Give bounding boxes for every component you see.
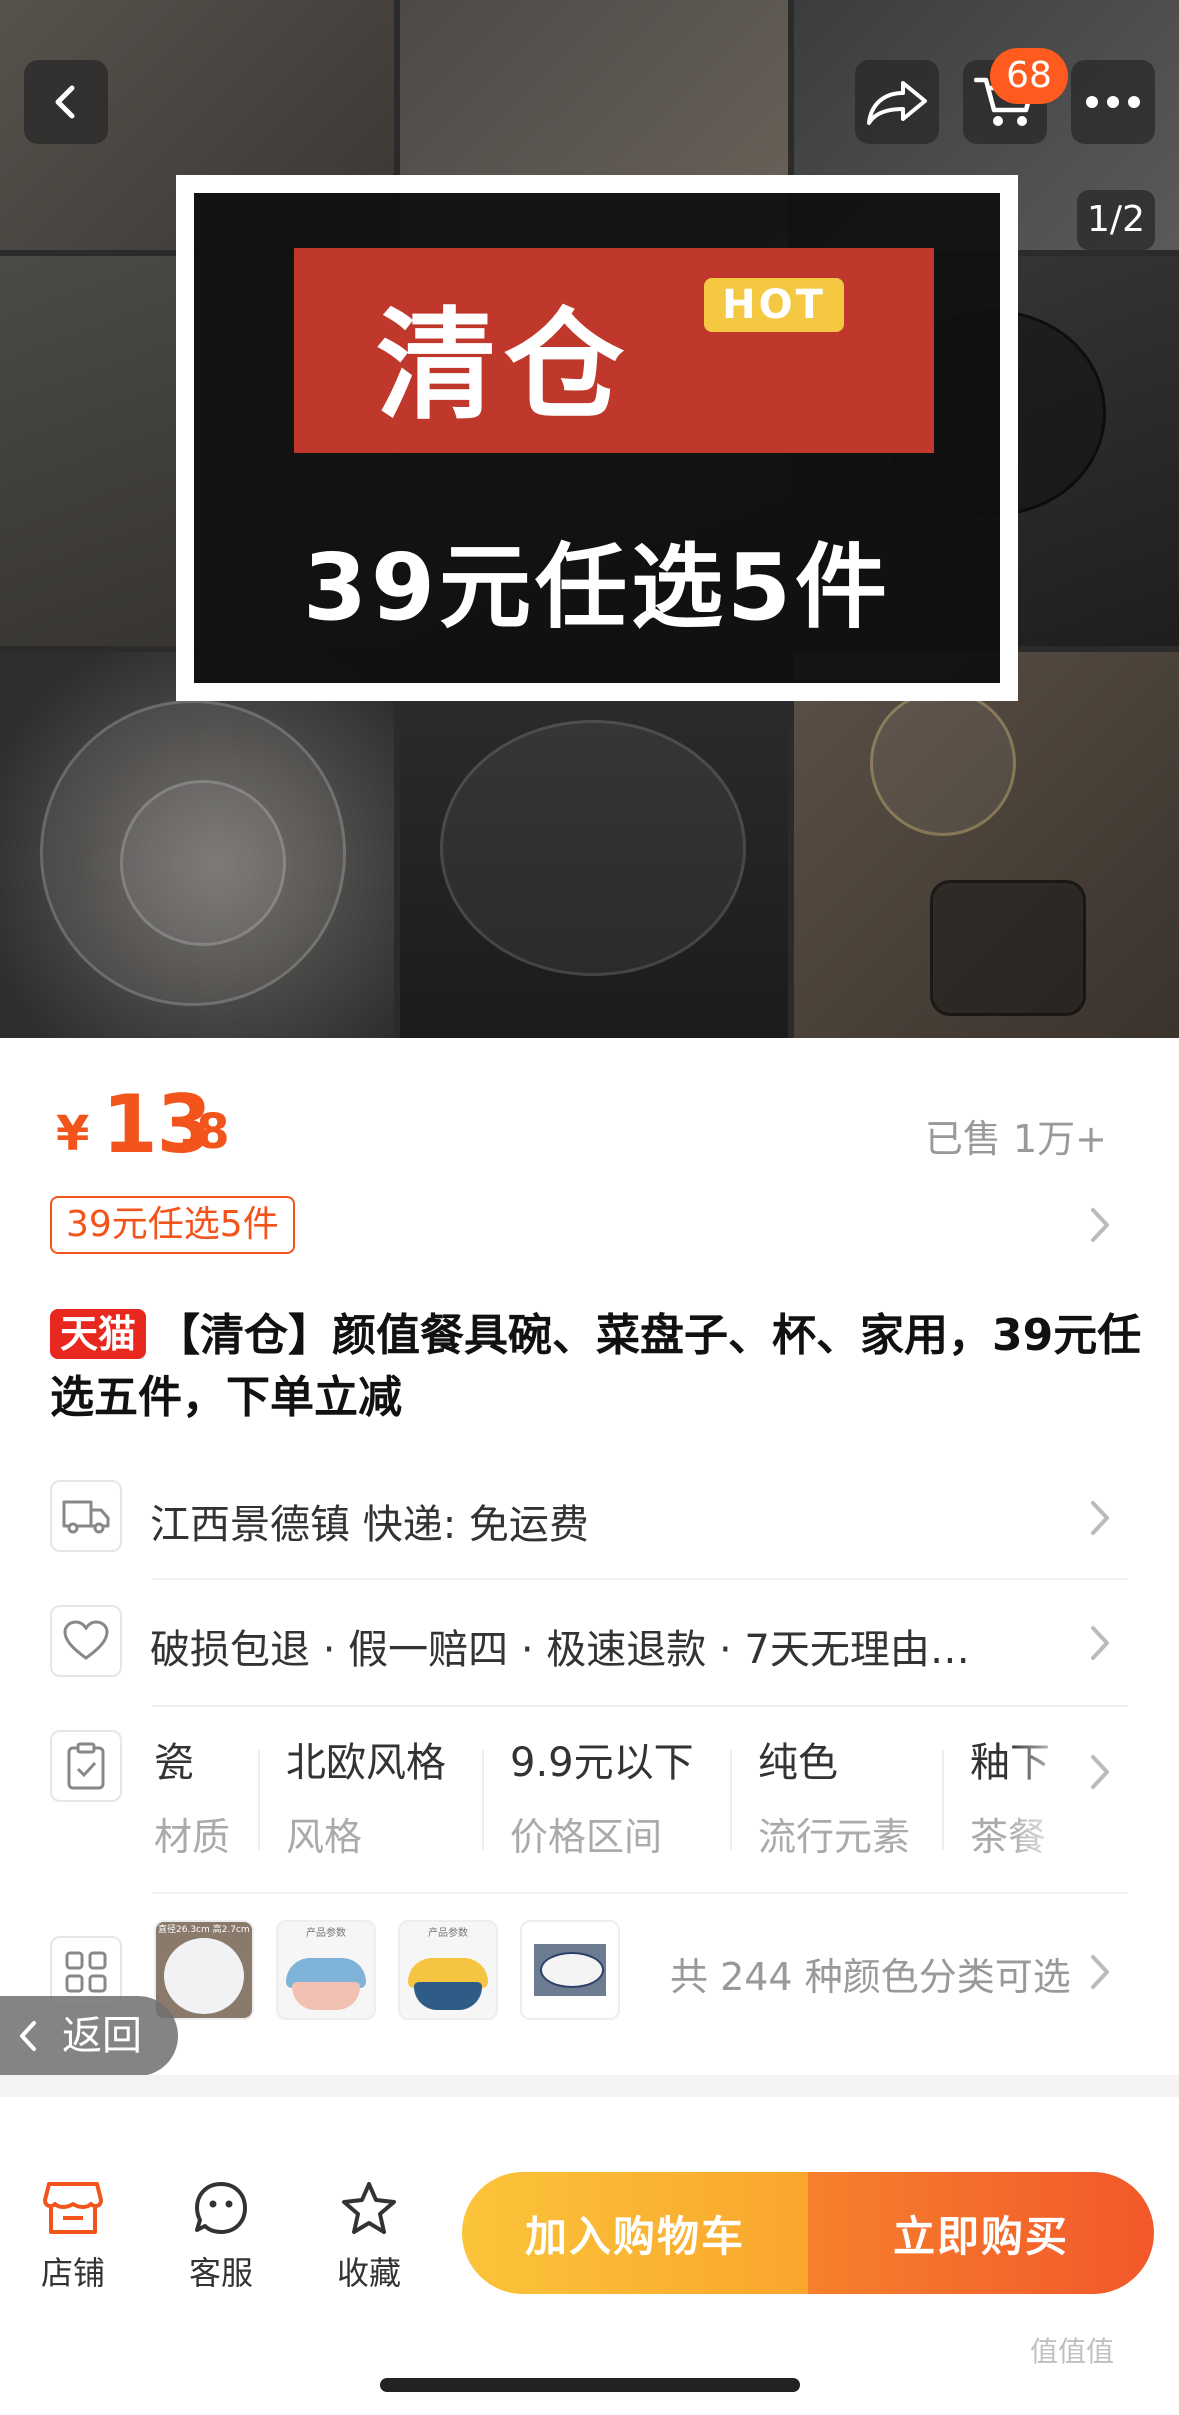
chevron-right-icon: [1091, 1755, 1109, 1789]
promo-line: 39元任选5件: [302, 534, 892, 641]
promo-tag[interactable]: 39元任选5件: [50, 1196, 295, 1254]
buy-now-button[interactable]: 立即购买: [808, 2172, 1154, 2294]
product-image-carousel[interactable]: 清仓 HOT 39元任选5件 68 1/2: [0, 0, 1179, 1038]
tab-favorite[interactable]: 收藏: [314, 2180, 424, 2294]
return-button[interactable]: 返回: [0, 1996, 178, 2076]
chevron-right-icon: [1091, 1955, 1109, 1989]
cart-count-badge: 68: [990, 48, 1068, 104]
variant-thumbnail[interactable]: 产品参数: [276, 1920, 376, 2020]
promo-banner: 清仓 HOT 39元任选5件: [176, 175, 1018, 701]
service-text: 破损包退 · 假一赔四 · 极速退款 · 7天无理由…: [150, 1627, 970, 1673]
share-button[interactable]: [855, 60, 939, 144]
truck-icon: [50, 1480, 122, 1552]
thumbnail-caption: 产品参数: [428, 1928, 468, 1939]
attribute-key: 价格区间: [510, 1815, 663, 1859]
home-indicator[interactable]: [380, 2378, 800, 2392]
more-dots-icon: [1086, 96, 1140, 108]
attribute-key: 风格: [286, 1815, 363, 1859]
variant-thumbnail[interactable]: 产品参数: [398, 1920, 498, 2020]
variant-thumbnail[interactable]: [520, 1920, 620, 2020]
attribute-separator: [942, 1750, 944, 1850]
tab-label: 收藏: [336, 2254, 401, 2292]
chevron-right-icon: [1091, 1501, 1109, 1535]
promo-title: 清仓: [376, 297, 632, 436]
thumbnail-caption: 直径26.3cm 高2.7cm: [158, 1925, 250, 1935]
attribute-value: 9.9元以下: [510, 1740, 694, 1786]
plate-shape: [120, 780, 286, 946]
tab-store[interactable]: 店铺: [18, 2180, 128, 2294]
store-icon: [43, 2182, 103, 2234]
attribute-separator: [482, 1750, 484, 1850]
customer-service-icon: [195, 2182, 247, 2234]
chevron-right-icon[interactable]: [1088, 1205, 1112, 1245]
attribute-key: 流行元素: [758, 1815, 911, 1859]
variants-summary: 共 244 种颜色分类可选: [670, 1955, 1071, 1999]
attributes-row[interactable]: 瓷 材质 北欧风格 风格 9.9元以下 价格区间 纯色 流行元素 釉下 茶餐: [50, 1730, 1130, 1870]
attribute-value: 纯色: [758, 1740, 838, 1786]
attribute-item: 北欧风格 风格: [286, 1730, 446, 1861]
price-decimal: .8: [178, 1104, 230, 1160]
chevron-left-icon: [55, 85, 75, 119]
attribute-key: 材质: [154, 1815, 231, 1859]
attribute-item: 纯色 流行元素: [758, 1730, 910, 1861]
heart-icon: [50, 1605, 122, 1677]
variant-thumbnail[interactable]: 直径26.3cm 高2.7cm: [154, 1920, 254, 2020]
more-button[interactable]: [1071, 60, 1155, 144]
variants-row[interactable]: 直径26.3cm 高2.7cm 产品参数 产品参数 共 244 种颜色分类可选: [50, 1918, 1130, 2028]
plate-shape: [870, 690, 1016, 836]
hot-badge: HOT: [704, 278, 844, 332]
chevron-left-icon: [20, 2021, 36, 2051]
tmall-badge: 天猫: [50, 1309, 147, 1359]
service-guarantee-row[interactable]: 破损包退 · 假一赔四 · 极速退款 · 7天无理由…: [50, 1605, 1130, 1685]
chevron-right-icon: [1091, 1626, 1109, 1660]
attribute-value: 北欧风格: [286, 1740, 446, 1786]
fade-overlay: [1010, 1730, 1120, 1870]
attribute-value: 瓷: [154, 1740, 194, 1786]
star-icon: [342, 2182, 396, 2234]
attribute-item: 9.9元以下 价格区间: [510, 1730, 694, 1861]
sold-count: 已售 1万+: [924, 1117, 1107, 1161]
attribute-separator: [258, 1750, 260, 1850]
clipboard-icon: [50, 1730, 122, 1802]
share-icon: [867, 81, 927, 125]
section-separator: [0, 2075, 1179, 2097]
tab-customer-service[interactable]: 客服: [166, 2180, 276, 2294]
promo-red-box: 清仓 HOT: [294, 248, 934, 453]
watermark: 值值值: [1030, 2335, 1115, 2368]
attribute-separator: [730, 1750, 732, 1850]
page-indicator: 1/2: [1077, 190, 1155, 250]
plate-shape: [440, 720, 746, 976]
divider: [152, 1578, 1128, 1580]
add-to-cart-button[interactable]: 加入购物车: [462, 2172, 808, 2294]
shipping-row[interactable]: 江西景德镇 快递: 免运费: [50, 1480, 1130, 1560]
product-title: 天猫 【清仓】颜值餐具碗、菜盘子、杯、家用，39元任选五件，下单立减: [50, 1305, 1150, 1429]
shipping-text: 江西景德镇 快递: 免运费: [150, 1502, 589, 1548]
product-title-text: 【清仓】颜值餐具碗、菜盘子、杯、家用，39元任选五件，下单立减: [50, 1310, 1142, 1423]
return-label: 返回: [62, 2013, 142, 2059]
divider: [152, 1892, 1128, 1894]
back-button[interactable]: [24, 60, 108, 144]
thumbnail-caption: 产品参数: [306, 1928, 346, 1939]
pan-shape: [930, 880, 1086, 1016]
tab-label: 客服: [188, 2254, 253, 2292]
divider: [152, 1705, 1128, 1707]
currency-symbol: ¥: [56, 1106, 90, 1162]
attribute-item: 瓷 材质: [154, 1730, 230, 1861]
tab-label: 店铺: [40, 2254, 105, 2292]
